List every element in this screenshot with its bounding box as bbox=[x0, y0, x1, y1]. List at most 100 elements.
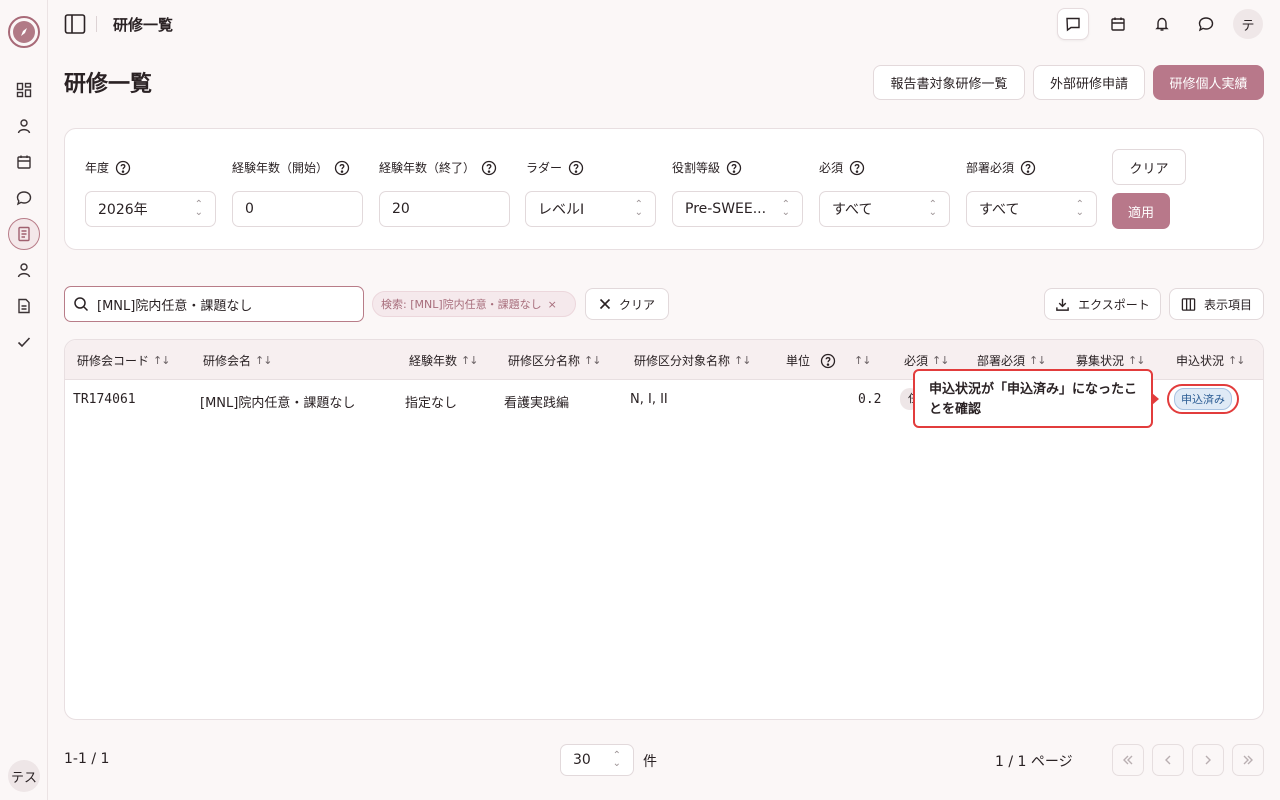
external-training-button[interactable]: 外部研修申請 bbox=[1033, 65, 1145, 100]
help-icon[interactable] bbox=[820, 353, 836, 369]
help-icon[interactable] bbox=[568, 160, 584, 176]
topbar-divider bbox=[96, 16, 97, 32]
download-icon bbox=[1056, 298, 1069, 311]
chat-icon[interactable] bbox=[1190, 8, 1222, 40]
filter-grade-label: 役割等級 bbox=[672, 159, 742, 176]
sort-icon: ↑↓ bbox=[584, 354, 601, 367]
next-page-button[interactable] bbox=[1192, 744, 1224, 776]
nav-dashboard-icon[interactable] bbox=[12, 78, 36, 102]
calendar-button[interactable] bbox=[1102, 8, 1134, 40]
filter-exp-start-label: 経験年数（開始） bbox=[232, 159, 350, 176]
filter-clear-button[interactable]: クリア bbox=[1112, 149, 1186, 185]
nav-user-icon[interactable] bbox=[12, 114, 36, 138]
label-text: 経験年数（開始） bbox=[232, 161, 329, 175]
chevron-updown-icon: ⌃ ⌄ bbox=[928, 199, 937, 218]
sidebar-avatar[interactable]: テス bbox=[8, 760, 40, 792]
close-icon[interactable]: × bbox=[548, 298, 557, 311]
column-header-code[interactable]: 研修会コード ↑↓ bbox=[77, 352, 170, 369]
app-logo[interactable] bbox=[8, 16, 40, 48]
header-label: 経験年数 bbox=[409, 354, 458, 368]
help-icon[interactable] bbox=[726, 160, 742, 176]
breadcrumb-title: 研修一覧 bbox=[113, 16, 174, 34]
column-header-experience[interactable]: 経験年数 ↑↓ bbox=[409, 352, 478, 369]
sort-icon: ↑↓ bbox=[734, 354, 751, 367]
ladder-select[interactable]: レベルⅠ ⌃ ⌄ bbox=[525, 191, 656, 227]
column-header-application[interactable]: 申込状況 ↑↓ bbox=[1176, 352, 1245, 369]
header-label: 研修会コード bbox=[77, 354, 150, 368]
application-status-badge: 申込済み bbox=[1174, 388, 1232, 410]
search-input[interactable]: [MNL]院内任意・課題なし bbox=[64, 286, 364, 322]
search-filter-chip[interactable]: 検索: [MNL]院内任意・課題なし × bbox=[372, 291, 576, 317]
chevron-updown-icon: ⌃ ⌄ bbox=[194, 199, 203, 218]
column-header-recruitment[interactable]: 募集状況 ↑↓ bbox=[1076, 352, 1145, 369]
export-button[interactable]: エクスポート bbox=[1044, 288, 1161, 320]
label-text: ラダー bbox=[526, 161, 563, 175]
chevron-updown-icon: ⌃ ⌄ bbox=[1075, 199, 1084, 218]
bell-icon[interactable] bbox=[1146, 8, 1178, 40]
filter-apply-button[interactable]: 適用 bbox=[1112, 193, 1170, 229]
select-value: 30 bbox=[573, 752, 591, 768]
help-icon[interactable] bbox=[481, 160, 497, 176]
label-text: 部署必須 bbox=[966, 161, 1015, 175]
button-label: 表示項目 bbox=[1203, 297, 1252, 312]
exp-end-input[interactable]: 20 bbox=[379, 191, 510, 227]
report-trainings-button[interactable]: 報告書対象研修一覧 bbox=[873, 65, 1025, 100]
sidebar: テス bbox=[0, 0, 48, 800]
nav-document-icon[interactable] bbox=[12, 294, 36, 318]
page-size-select[interactable]: 30 ⌃ ⌄ bbox=[560, 744, 634, 776]
nav-chat-icon[interactable] bbox=[12, 186, 36, 210]
prev-page-button[interactable] bbox=[1152, 744, 1184, 776]
columns-button[interactable]: 表示項目 bbox=[1169, 288, 1264, 320]
header-label: 研修区分名称 bbox=[508, 354, 581, 368]
filter-exp-end-label: 経験年数（終了） bbox=[379, 159, 497, 176]
page-size-unit: 件 bbox=[643, 754, 657, 770]
feedback-button[interactable] bbox=[1057, 8, 1089, 40]
column-header-name[interactable]: 研修会名 ↑↓ bbox=[203, 352, 272, 369]
page-info: 1 / 1 ページ bbox=[995, 754, 1073, 770]
grade-select[interactable]: Pre-SWEE... ⌃ ⌄ bbox=[672, 191, 803, 227]
input-value: 0 bbox=[245, 201, 254, 217]
filter-ladder-label: ラダー bbox=[526, 159, 584, 176]
filter-panel: 年度 経験年数（開始） 経験年数（終了） ラダー 役割等級 必須 部署必須 20… bbox=[64, 128, 1264, 250]
result-count: 1-1 / 1 bbox=[64, 751, 110, 767]
topbar: 研修一覧 テ bbox=[48, 0, 1280, 48]
search-clear-button[interactable]: クリア bbox=[585, 288, 669, 320]
required-select[interactable]: すべて ⌃ ⌄ bbox=[819, 191, 950, 227]
exp-start-input[interactable]: 0 bbox=[232, 191, 363, 227]
compass-icon bbox=[13, 21, 35, 43]
input-value: 20 bbox=[392, 201, 410, 217]
first-page-button[interactable] bbox=[1112, 744, 1144, 776]
personal-record-button[interactable]: 研修個人実績 bbox=[1153, 65, 1264, 100]
year-select[interactable]: 2026年 ⌃ ⌄ bbox=[85, 191, 216, 227]
help-icon[interactable] bbox=[334, 160, 350, 176]
column-header-dept-required[interactable]: 部署必須 ↑↓ bbox=[977, 352, 1046, 369]
nav-profile-icon[interactable] bbox=[12, 258, 36, 282]
search-value: [MNL]院内任意・課題なし bbox=[97, 298, 253, 314]
search-icon bbox=[74, 297, 89, 312]
select-value: Pre-SWEE... bbox=[685, 201, 767, 217]
chevron-right-icon bbox=[1205, 755, 1211, 765]
column-header-target[interactable]: 研修区分対象名称 ↑↓ bbox=[634, 352, 751, 369]
column-header-required[interactable]: 必須 ↑↓ bbox=[904, 352, 949, 369]
help-icon[interactable] bbox=[115, 160, 131, 176]
sidebar-toggle-icon[interactable] bbox=[64, 13, 86, 35]
help-icon[interactable] bbox=[1020, 160, 1036, 176]
cell-target: N, I, II bbox=[630, 392, 668, 407]
column-header-category[interactable]: 研修区分名称 ↑↓ bbox=[508, 352, 601, 369]
select-value: すべて bbox=[979, 202, 1020, 218]
nav-check-icon[interactable] bbox=[12, 330, 36, 354]
nav-calendar-icon[interactable] bbox=[12, 150, 36, 174]
select-value: すべて bbox=[832, 202, 873, 218]
chevrons-right-icon bbox=[1243, 755, 1253, 765]
sort-icon: ↑↓ bbox=[932, 354, 949, 367]
nav-trainings-icon[interactable] bbox=[8, 218, 40, 250]
label-text: 年度 bbox=[85, 161, 110, 175]
column-header-unit[interactable]: 単位 ↑↓ bbox=[786, 352, 871, 369]
help-icon[interactable] bbox=[849, 160, 865, 176]
select-value: レベルⅠ bbox=[538, 202, 585, 218]
filter-dept-required-label: 部署必須 bbox=[966, 159, 1036, 176]
dept-required-select[interactable]: すべて ⌃ ⌄ bbox=[966, 191, 1097, 227]
cell-name[interactable]: [MNL]院内任意・課題なし bbox=[200, 392, 355, 411]
last-page-button[interactable] bbox=[1232, 744, 1264, 776]
user-avatar[interactable]: テ bbox=[1233, 9, 1263, 39]
